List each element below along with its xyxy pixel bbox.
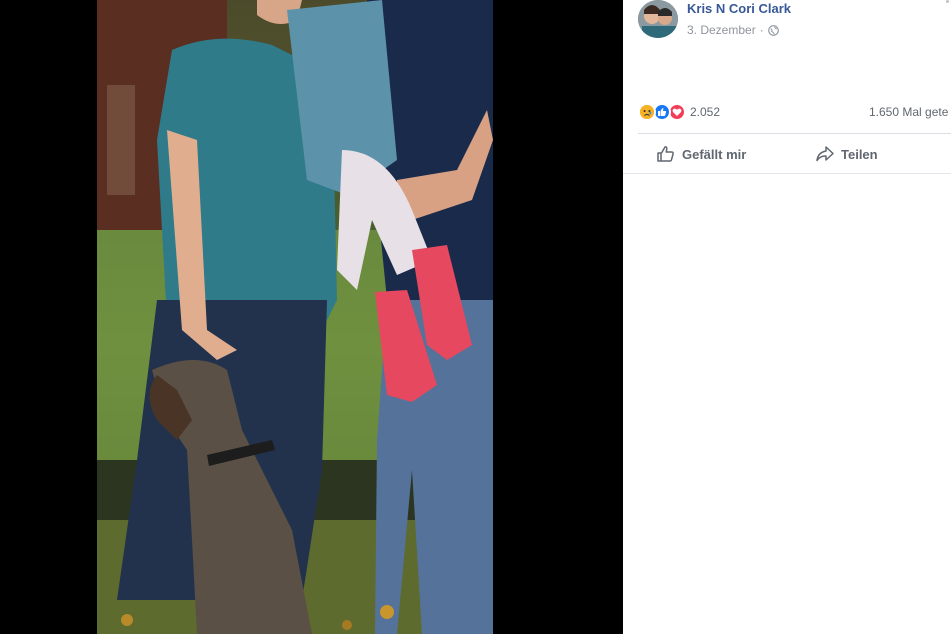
post-side-panel: Kris N Cori Clark 3. Dezember · 2.052 1.… — [623, 0, 951, 634]
post-author-name[interactable]: Kris N Cori Clark — [687, 1, 791, 16]
sad-reaction-icon — [638, 103, 656, 121]
like-button[interactable]: Gefällt mir — [656, 137, 746, 171]
more-options-icon[interactable] — [946, 0, 949, 3]
post-meta: 3. Dezember · — [687, 23, 779, 37]
share-count[interactable]: 1.650 Mal gete — [869, 105, 948, 119]
family-photo-illustration — [97, 0, 493, 634]
post-actions: Gefällt mir Teilen — [623, 137, 951, 173]
share-button-label: Teilen — [841, 146, 878, 162]
reaction-summary[interactable]: 2.052 — [638, 103, 720, 121]
divider — [623, 173, 951, 174]
post-photo[interactable] — [97, 0, 493, 634]
avatar-image — [638, 0, 678, 38]
post-date[interactable]: 3. Dezember — [687, 23, 756, 37]
like-button-label: Gefällt mir — [682, 146, 747, 162]
share-arrow-icon — [816, 146, 834, 162]
thumbs-up-icon — [657, 146, 674, 162]
globe-icon[interactable] — [767, 24, 779, 36]
divider — [638, 133, 951, 134]
photo-viewer — [0, 0, 623, 634]
share-button[interactable]: Teilen — [815, 137, 878, 171]
avatar[interactable] — [638, 0, 678, 38]
meta-separator: · — [759, 23, 764, 37]
reaction-count[interactable]: 2.052 — [690, 105, 720, 119]
